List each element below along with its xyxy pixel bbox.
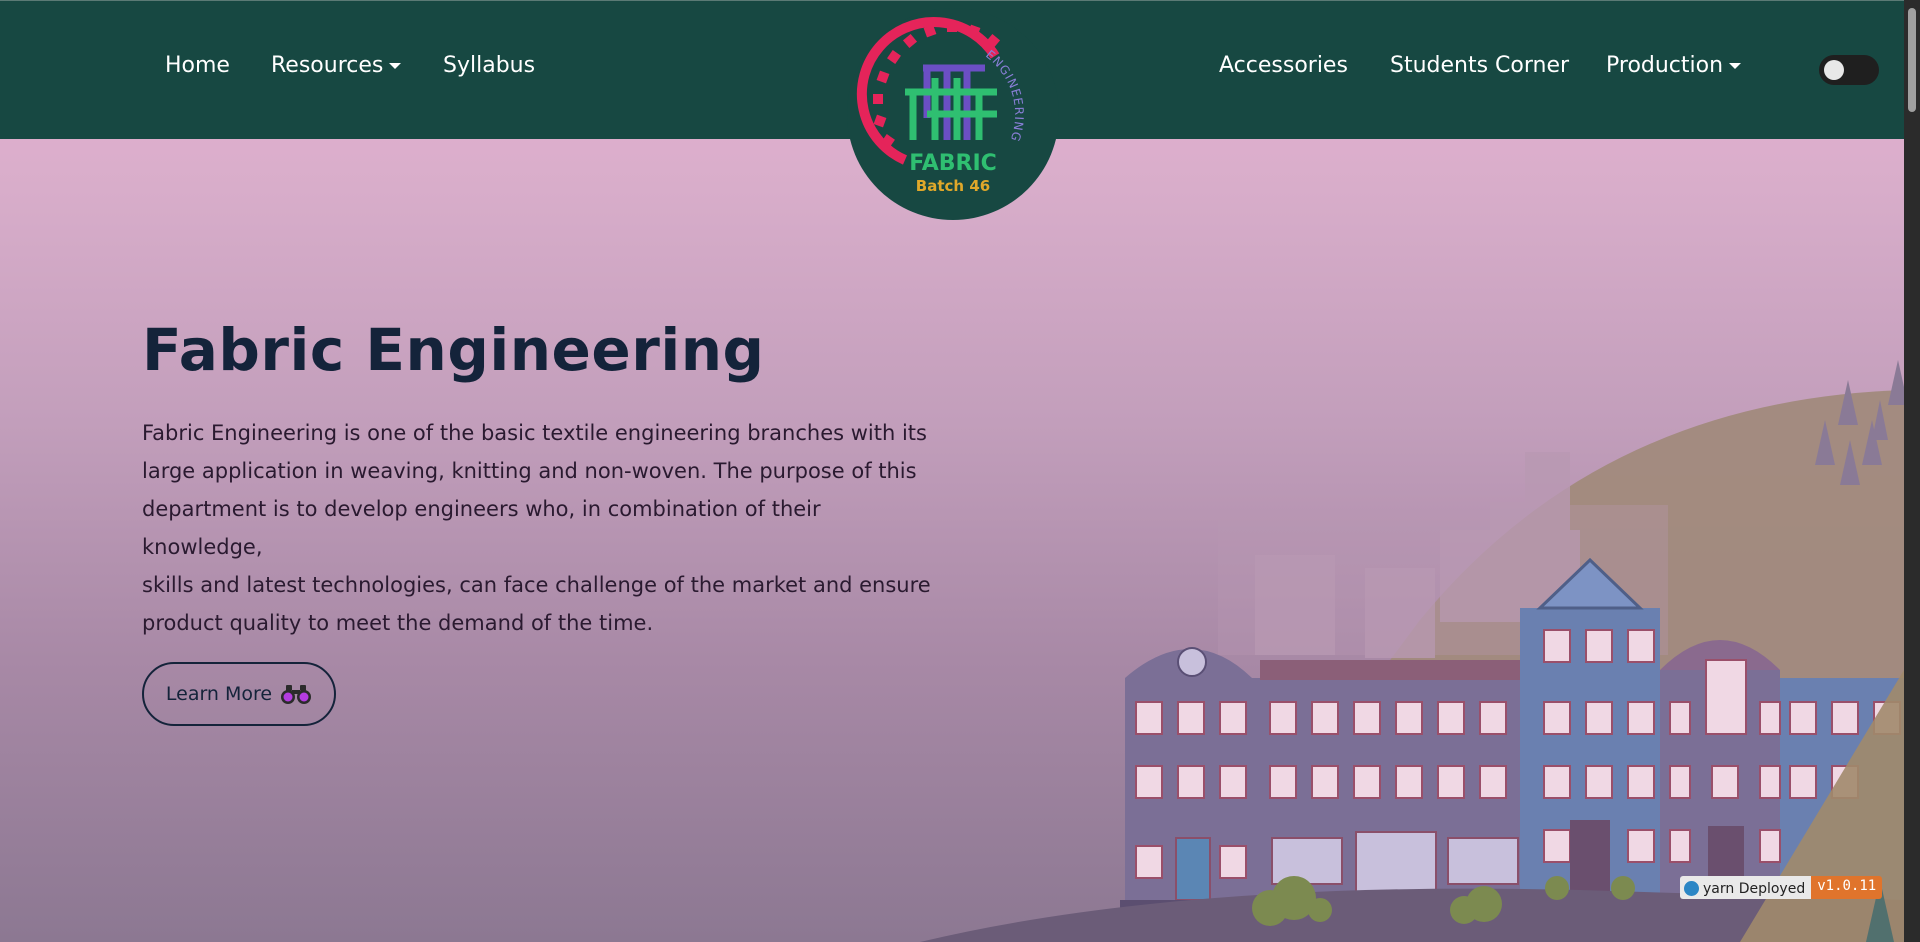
hero-line: large application in weaving, knitting a…	[142, 459, 917, 483]
hero-line: product quality to meet the demand of th…	[142, 611, 654, 635]
hero-line: Fabric Engineering is one of the basic t…	[142, 421, 927, 445]
nav-accessories-link[interactable]: Accessories	[1219, 53, 1348, 78]
badge-version: v1.0.11	[1811, 876, 1883, 899]
hero-line: department is to develop engineers who, …	[142, 497, 821, 559]
learn-more-label: Learn More	[165, 683, 273, 705]
campus-illustration	[920, 360, 1904, 942]
hero-description: Fabric Engineering is one of the basic t…	[142, 414, 942, 642]
deployment-badge[interactable]: yarn Deployed v1.0.11	[1680, 876, 1883, 899]
theme-toggle[interactable]	[1819, 55, 1879, 85]
hero-line: skills and latest technologies, can face…	[142, 573, 931, 597]
badge-label: yarn Deployed	[1680, 876, 1812, 899]
scrollbar[interactable]	[1904, 0, 1920, 942]
weave-mark	[905, 64, 997, 140]
page: Home Resources Syllabus Accessories Stud…	[0, 0, 1904, 942]
toggle-knob	[1824, 60, 1844, 80]
chevron-down-icon	[389, 63, 402, 69]
chevron-down-icon	[1729, 63, 1742, 69]
binoculars-icon	[281, 685, 312, 704]
scrollbar-thumb[interactable]	[1908, 8, 1916, 112]
logo-arc-text: ENGINEERING	[983, 47, 1026, 144]
nav-production-dropdown[interactable]: Production	[1606, 53, 1742, 78]
brand-logo[interactable]: FABRIC Batch 46 ENGINEERING	[847, 8, 1059, 220]
nav-syllabus-link[interactable]: Syllabus	[443, 53, 535, 78]
nav-students-corner-label: Students Corner	[1390, 53, 1570, 78]
nav-accessories-label: Accessories	[1219, 53, 1348, 78]
logo-main-text: FABRIC	[909, 151, 997, 176]
nav-syllabus-label: Syllabus	[443, 53, 536, 78]
netlify-icon	[1684, 881, 1699, 896]
page-title: Fabric Engineering	[142, 316, 765, 384]
nav-production-label: Production	[1606, 53, 1724, 78]
logo-sub-text: Batch 46	[916, 177, 990, 195]
nav-home-link[interactable]: Home	[165, 53, 230, 78]
learn-more-button[interactable]: Learn More	[142, 662, 336, 726]
nav-home-label: Home	[165, 53, 230, 78]
nav-students-corner-link[interactable]: Students Corner	[1390, 53, 1569, 78]
nav-resources-dropdown[interactable]: Resources	[271, 53, 402, 78]
nav-resources-label: Resources	[271, 53, 384, 78]
logo-arc-textpath: ENGINEERING	[983, 47, 1025, 144]
badge-text: yarn Deployed	[1703, 880, 1806, 897]
